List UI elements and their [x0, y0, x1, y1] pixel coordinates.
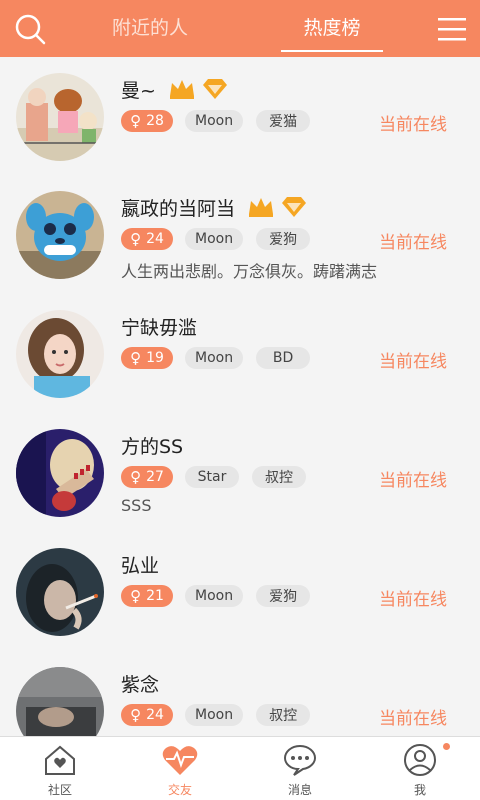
user-bio: SSS [121, 496, 152, 515]
user-bio: 人生两出悲剧。万念俱灰。踌躇满志 [121, 262, 378, 281]
female-symbol: ♀ [130, 468, 142, 486]
nav-label: 社区 [47, 783, 72, 797]
tag: 爱狗 [256, 585, 311, 607]
nav-label: 交友 [167, 783, 192, 797]
top-bar: 附近的人 热度榜 [0, 0, 480, 57]
user-name: 曼~ [121, 79, 156, 102]
nav-label: 消息 [287, 783, 312, 797]
user-name: 方的SS [121, 435, 184, 458]
nav-item-messages[interactable]: 消息 [240, 737, 360, 800]
female-symbol: ♀ [130, 706, 142, 724]
bottom-nav: 社区 交友 消息 我 [0, 736, 480, 800]
online-status: 当前在线 [379, 352, 447, 372]
tab-popularity[interactable]: 热度榜 [282, 0, 382, 57]
tag: 叔控 [256, 704, 311, 726]
list-item[interactable]: 方的SS ♀ 27 Star 叔控 当前在线 SSS [0, 413, 480, 531]
tag: Moon [185, 585, 244, 607]
diamond-icon [281, 196, 307, 218]
nav-item-friends[interactable]: 交友 [120, 737, 240, 800]
chat-bubble-icon [280, 743, 320, 779]
tag: Moon [185, 228, 244, 250]
tab-nearby[interactable]: 附近的人 [100, 0, 200, 57]
tag-row: ♀ 27 Star 叔控 [121, 466, 319, 488]
age: 24 [146, 707, 164, 723]
tag: Moon [185, 110, 244, 132]
crown-icon [247, 196, 275, 218]
female-symbol: ♀ [130, 349, 142, 367]
online-status: 当前在线 [379, 233, 447, 253]
tab-active-indicator [281, 50, 383, 52]
nav-item-me[interactable]: 我 [360, 737, 480, 800]
female-symbol: ♀ [130, 587, 142, 605]
avatar[interactable] [16, 191, 104, 279]
list-item[interactable]: 宁缺毋滥 ♀ 19 Moon BD 当前在线 [0, 294, 480, 412]
avatar[interactable] [16, 429, 104, 517]
tag: 爱猫 [256, 110, 311, 132]
tag: Moon [185, 704, 244, 726]
tag: 爱狗 [256, 228, 311, 250]
name-row: 宁缺毋滥 [121, 312, 209, 340]
avatar[interactable] [16, 548, 104, 636]
name-row: 曼~ [121, 75, 234, 103]
search-icon[interactable] [0, 0, 60, 57]
crown-icon [168, 78, 196, 100]
list-item[interactable]: 紫念 ♀ 24 Moon 叔控 当前在线 [0, 651, 480, 736]
tag: Star [185, 466, 239, 488]
female-symbol: ♀ [130, 230, 142, 248]
menu-icon[interactable] [422, 0, 480, 57]
name-row: 弘业 [121, 550, 171, 578]
gender-age-badge: ♀ 28 [121, 110, 173, 132]
age: 28 [146, 113, 164, 129]
name-row: 嬴政的当阿当 [121, 193, 313, 221]
house-heart-icon [40, 743, 80, 779]
name-row: 紫念 [121, 669, 171, 697]
user-name: 弘业 [121, 554, 160, 577]
online-status: 当前在线 [379, 590, 447, 610]
heart-pulse-icon [160, 743, 200, 779]
user-name: 宁缺毋滥 [121, 316, 198, 339]
avatar[interactable] [16, 73, 104, 161]
age: 19 [146, 350, 164, 366]
user-name: 嬴政的当阿当 [121, 197, 236, 220]
user-list[interactable]: 曼~ ♀ 28 Moon 爱猫 当前在线 嬴政的当阿当 ♀ 24 Moon 爱狗… [0, 57, 480, 736]
list-item[interactable]: 曼~ ♀ 28 Moon 爱猫 当前在线 [0, 57, 480, 175]
nav-label: 我 [413, 783, 426, 797]
avatar[interactable] [16, 310, 104, 398]
gender-age-badge: ♀ 21 [121, 585, 173, 607]
tag: BD [256, 347, 311, 369]
gender-age-badge: ♀ 27 [121, 466, 173, 488]
age: 24 [146, 231, 164, 247]
gender-age-badge: ♀ 19 [121, 347, 173, 369]
age: 27 [146, 469, 164, 485]
nav-item-community[interactable]: 社区 [0, 737, 120, 800]
gender-age-badge: ♀ 24 [121, 704, 173, 726]
name-row: 方的SS [121, 431, 195, 459]
notification-dot [443, 743, 450, 750]
online-status: 当前在线 [379, 115, 447, 135]
female-symbol: ♀ [130, 112, 142, 130]
list-item[interactable]: 弘业 ♀ 21 Moon 爱狗 当前在线 [0, 532, 480, 650]
tag-row: ♀ 24 Moon 叔控 [121, 704, 323, 726]
tag-row: ♀ 21 Moon 爱狗 [121, 585, 323, 607]
tag-row: ♀ 19 Moon BD [121, 347, 323, 369]
age: 21 [146, 588, 164, 604]
list-item[interactable]: 嬴政的当阿当 ♀ 24 Moon 爱狗 当前在线 人生两出悲剧。万念俱灰。踌躇满… [0, 175, 480, 293]
tag: Moon [185, 347, 244, 369]
user-icon [400, 743, 440, 779]
online-status: 当前在线 [379, 709, 447, 729]
avatar[interactable] [16, 667, 104, 736]
online-status: 当前在线 [379, 471, 447, 491]
diamond-icon [202, 78, 228, 100]
tag: 叔控 [252, 466, 306, 488]
tag-row: ♀ 28 Moon 爱猫 [121, 110, 323, 132]
user-name: 紫念 [121, 673, 160, 696]
gender-age-badge: ♀ 24 [121, 228, 173, 250]
tag-row: ♀ 24 Moon 爱狗 [121, 228, 323, 250]
